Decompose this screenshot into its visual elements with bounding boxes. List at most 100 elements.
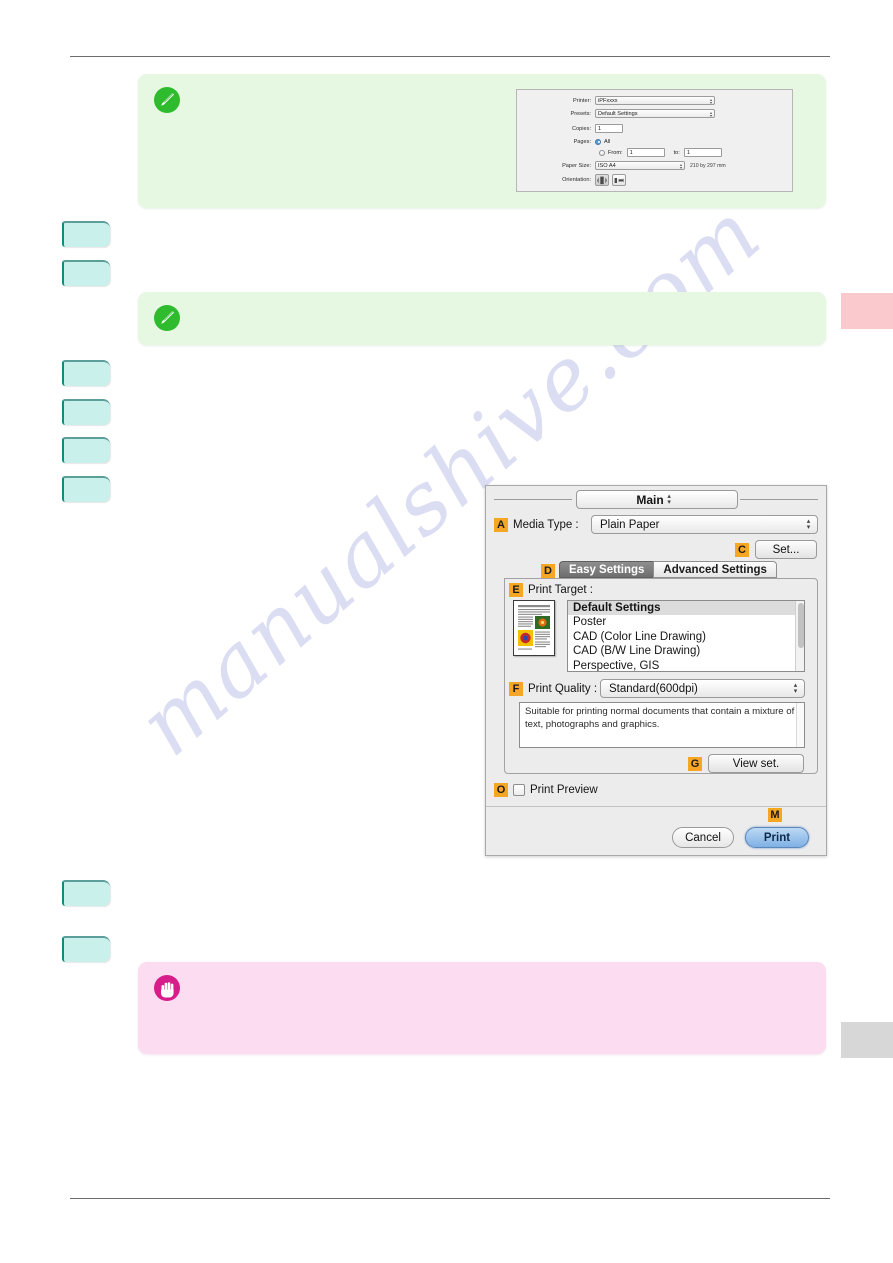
media-type-row: A Media Type : Plain Paper ▴ ▾ xyxy=(494,515,818,534)
presets-select[interactable]: Default Settings ▴ ▾ xyxy=(595,109,715,118)
printer-value: iPFxxxx xyxy=(598,97,618,104)
hand-caution-icon xyxy=(154,975,180,1001)
paper-size-select[interactable]: ISO A4 ▴ ▾ xyxy=(595,161,685,170)
copies-value: 1 xyxy=(598,125,602,132)
step-number-box xyxy=(62,260,110,286)
print-quality-description-text: Suitable for printing normal documents t… xyxy=(525,706,795,730)
dialog-footer: M Cancel Print xyxy=(486,807,826,855)
orientation-landscape-button[interactable] xyxy=(612,174,626,186)
tab-easy-settings[interactable]: Easy Settings xyxy=(559,561,654,578)
step-number-box xyxy=(62,936,110,962)
media-type-label: Media Type : xyxy=(513,518,579,531)
step-number-box xyxy=(62,221,110,247)
step-number-box xyxy=(62,399,110,425)
pane-select-value: Main xyxy=(636,492,664,507)
view-set-button[interactable]: View set. xyxy=(708,754,804,773)
step-number-box xyxy=(62,360,110,386)
print-button[interactable]: Print xyxy=(745,827,809,848)
print-quality-row: F Print Quality : Standard(600dpi) ▴ ▾ xyxy=(509,679,817,698)
cancel-button[interactable]: Cancel xyxy=(672,827,734,848)
mac-print-dialog-thumbnail: Printer: iPFxxxx ▴ ▾ Presets: Default Set… xyxy=(516,89,793,192)
print-target-label-row: E Print Target : xyxy=(509,583,817,597)
page-header-rule xyxy=(70,56,830,57)
print-quality-label: Print Quality : xyxy=(528,682,598,695)
divider-left xyxy=(494,499,572,500)
paper-size-note: 210 by 297 mm xyxy=(690,162,726,169)
pencil-note-icon xyxy=(154,87,180,113)
pages-from-input[interactable]: 1 xyxy=(626,148,665,157)
dialog-tab-popup-row: Main ▴ ▾ xyxy=(486,486,826,512)
print-quality-value: Standard(600dpi) xyxy=(609,682,698,695)
chevron-updown-icon: ▴ ▾ xyxy=(679,161,682,170)
pages-range-radio[interactable] xyxy=(599,149,605,156)
print-preview-row: O Print Preview xyxy=(494,783,598,797)
printer-label: Printer: xyxy=(572,97,591,104)
chevron-updown-icon: ▴ ▾ xyxy=(709,109,712,118)
paper-size-label: Paper Size: xyxy=(562,162,591,169)
media-type-select[interactable]: Plain Paper ▴ ▾ xyxy=(591,515,818,534)
badge-m: M xyxy=(768,808,782,822)
pane-select[interactable]: Main ▴ ▾ xyxy=(576,490,738,509)
note-callout-2 xyxy=(138,292,826,345)
pages-all-label: All xyxy=(604,138,611,145)
badge-c: C xyxy=(735,542,749,557)
pages-to-value: 1 xyxy=(686,149,690,156)
view-set-row: G View set. xyxy=(505,754,817,773)
media-type-value: Plain Paper xyxy=(600,518,660,531)
paper-size-value: ISO A4 xyxy=(598,162,616,169)
copies-label: Copies: xyxy=(572,125,591,132)
divider-right xyxy=(740,499,818,500)
chevron-updown-icon: ▴ ▾ xyxy=(806,517,811,531)
scrollbar-thumb[interactable] xyxy=(797,603,804,648)
easy-settings-panel: E Print Target : Default Settings Poster… xyxy=(504,578,818,774)
print-target-scrollbar[interactable] xyxy=(795,601,804,671)
page-edge-tab-pink xyxy=(841,293,893,329)
print-target-option[interactable]: Poster xyxy=(568,615,804,629)
caution-callout-1 xyxy=(138,962,826,1054)
step-number-box xyxy=(62,476,110,502)
page-edge-tab-gray xyxy=(841,1022,893,1058)
chevron-updown-icon: ▴ ▾ xyxy=(709,96,712,105)
badge-g: G xyxy=(688,756,702,771)
print-preview-checkbox[interactable] xyxy=(513,784,525,796)
print-preview-label: Print Preview xyxy=(530,784,598,796)
pencil-note-icon xyxy=(154,305,180,331)
print-quality-select[interactable]: Standard(600dpi) ▴ ▾ xyxy=(600,679,805,698)
pages-label: Pages: xyxy=(573,138,591,145)
print-target-option[interactable]: Perspective, GIS xyxy=(568,659,804,671)
print-target-listbox[interactable]: Default Settings Poster CAD (Color Line … xyxy=(567,600,805,672)
orientation-label: Orientation: xyxy=(562,177,591,183)
pages-from-value: 1 xyxy=(629,149,633,156)
print-target-option[interactable]: Default Settings xyxy=(568,601,804,616)
settings-tabbar: D Easy Settings Advanced Settings xyxy=(494,561,818,578)
chevron-updown-icon: ▴ ▾ xyxy=(667,492,671,506)
pages-to-input[interactable]: 1 xyxy=(683,148,722,157)
print-target-label: Print Target : xyxy=(528,584,593,596)
presets-label: Presets: xyxy=(570,110,591,117)
print-target-option[interactable]: CAD (Color Line Drawing) xyxy=(568,630,804,644)
badge-a: A xyxy=(494,517,508,532)
description-scrollbar[interactable] xyxy=(796,703,804,747)
printer-select[interactable]: iPFxxxx ▴ ▾ xyxy=(595,96,715,105)
pages-from-label: From: xyxy=(608,149,623,156)
printer-driver-dialog: Main ▴ ▾ A Media Type : Plain Paper ▴ ▾ C … xyxy=(485,485,827,856)
badge-f: F xyxy=(509,681,523,696)
page-footer-rule xyxy=(70,1198,830,1199)
print-target-option[interactable]: CAD (B/W Line Drawing) xyxy=(568,644,804,658)
set-button[interactable]: Set... xyxy=(755,540,817,559)
print-quality-description: Suitable for printing normal documents t… xyxy=(519,702,805,748)
step-number-box xyxy=(62,880,110,906)
pages-all-radio[interactable] xyxy=(595,138,601,145)
print-target-area: Default Settings Poster CAD (Color Line … xyxy=(513,600,817,672)
set-button-row: C Set... xyxy=(735,540,817,559)
print-target-preview-thumbnail xyxy=(513,600,555,656)
copies-input[interactable]: 1 xyxy=(595,124,623,133)
orientation-portrait-button[interactable] xyxy=(595,174,609,186)
step-number-box xyxy=(62,437,110,463)
tab-advanced-settings[interactable]: Advanced Settings xyxy=(653,561,777,578)
badge-e: E xyxy=(509,583,523,597)
chevron-updown-icon: ▴ ▾ xyxy=(793,681,798,695)
badge-o: O xyxy=(494,783,508,797)
badge-d: D xyxy=(541,564,555,578)
presets-value: Default Settings xyxy=(598,110,638,117)
